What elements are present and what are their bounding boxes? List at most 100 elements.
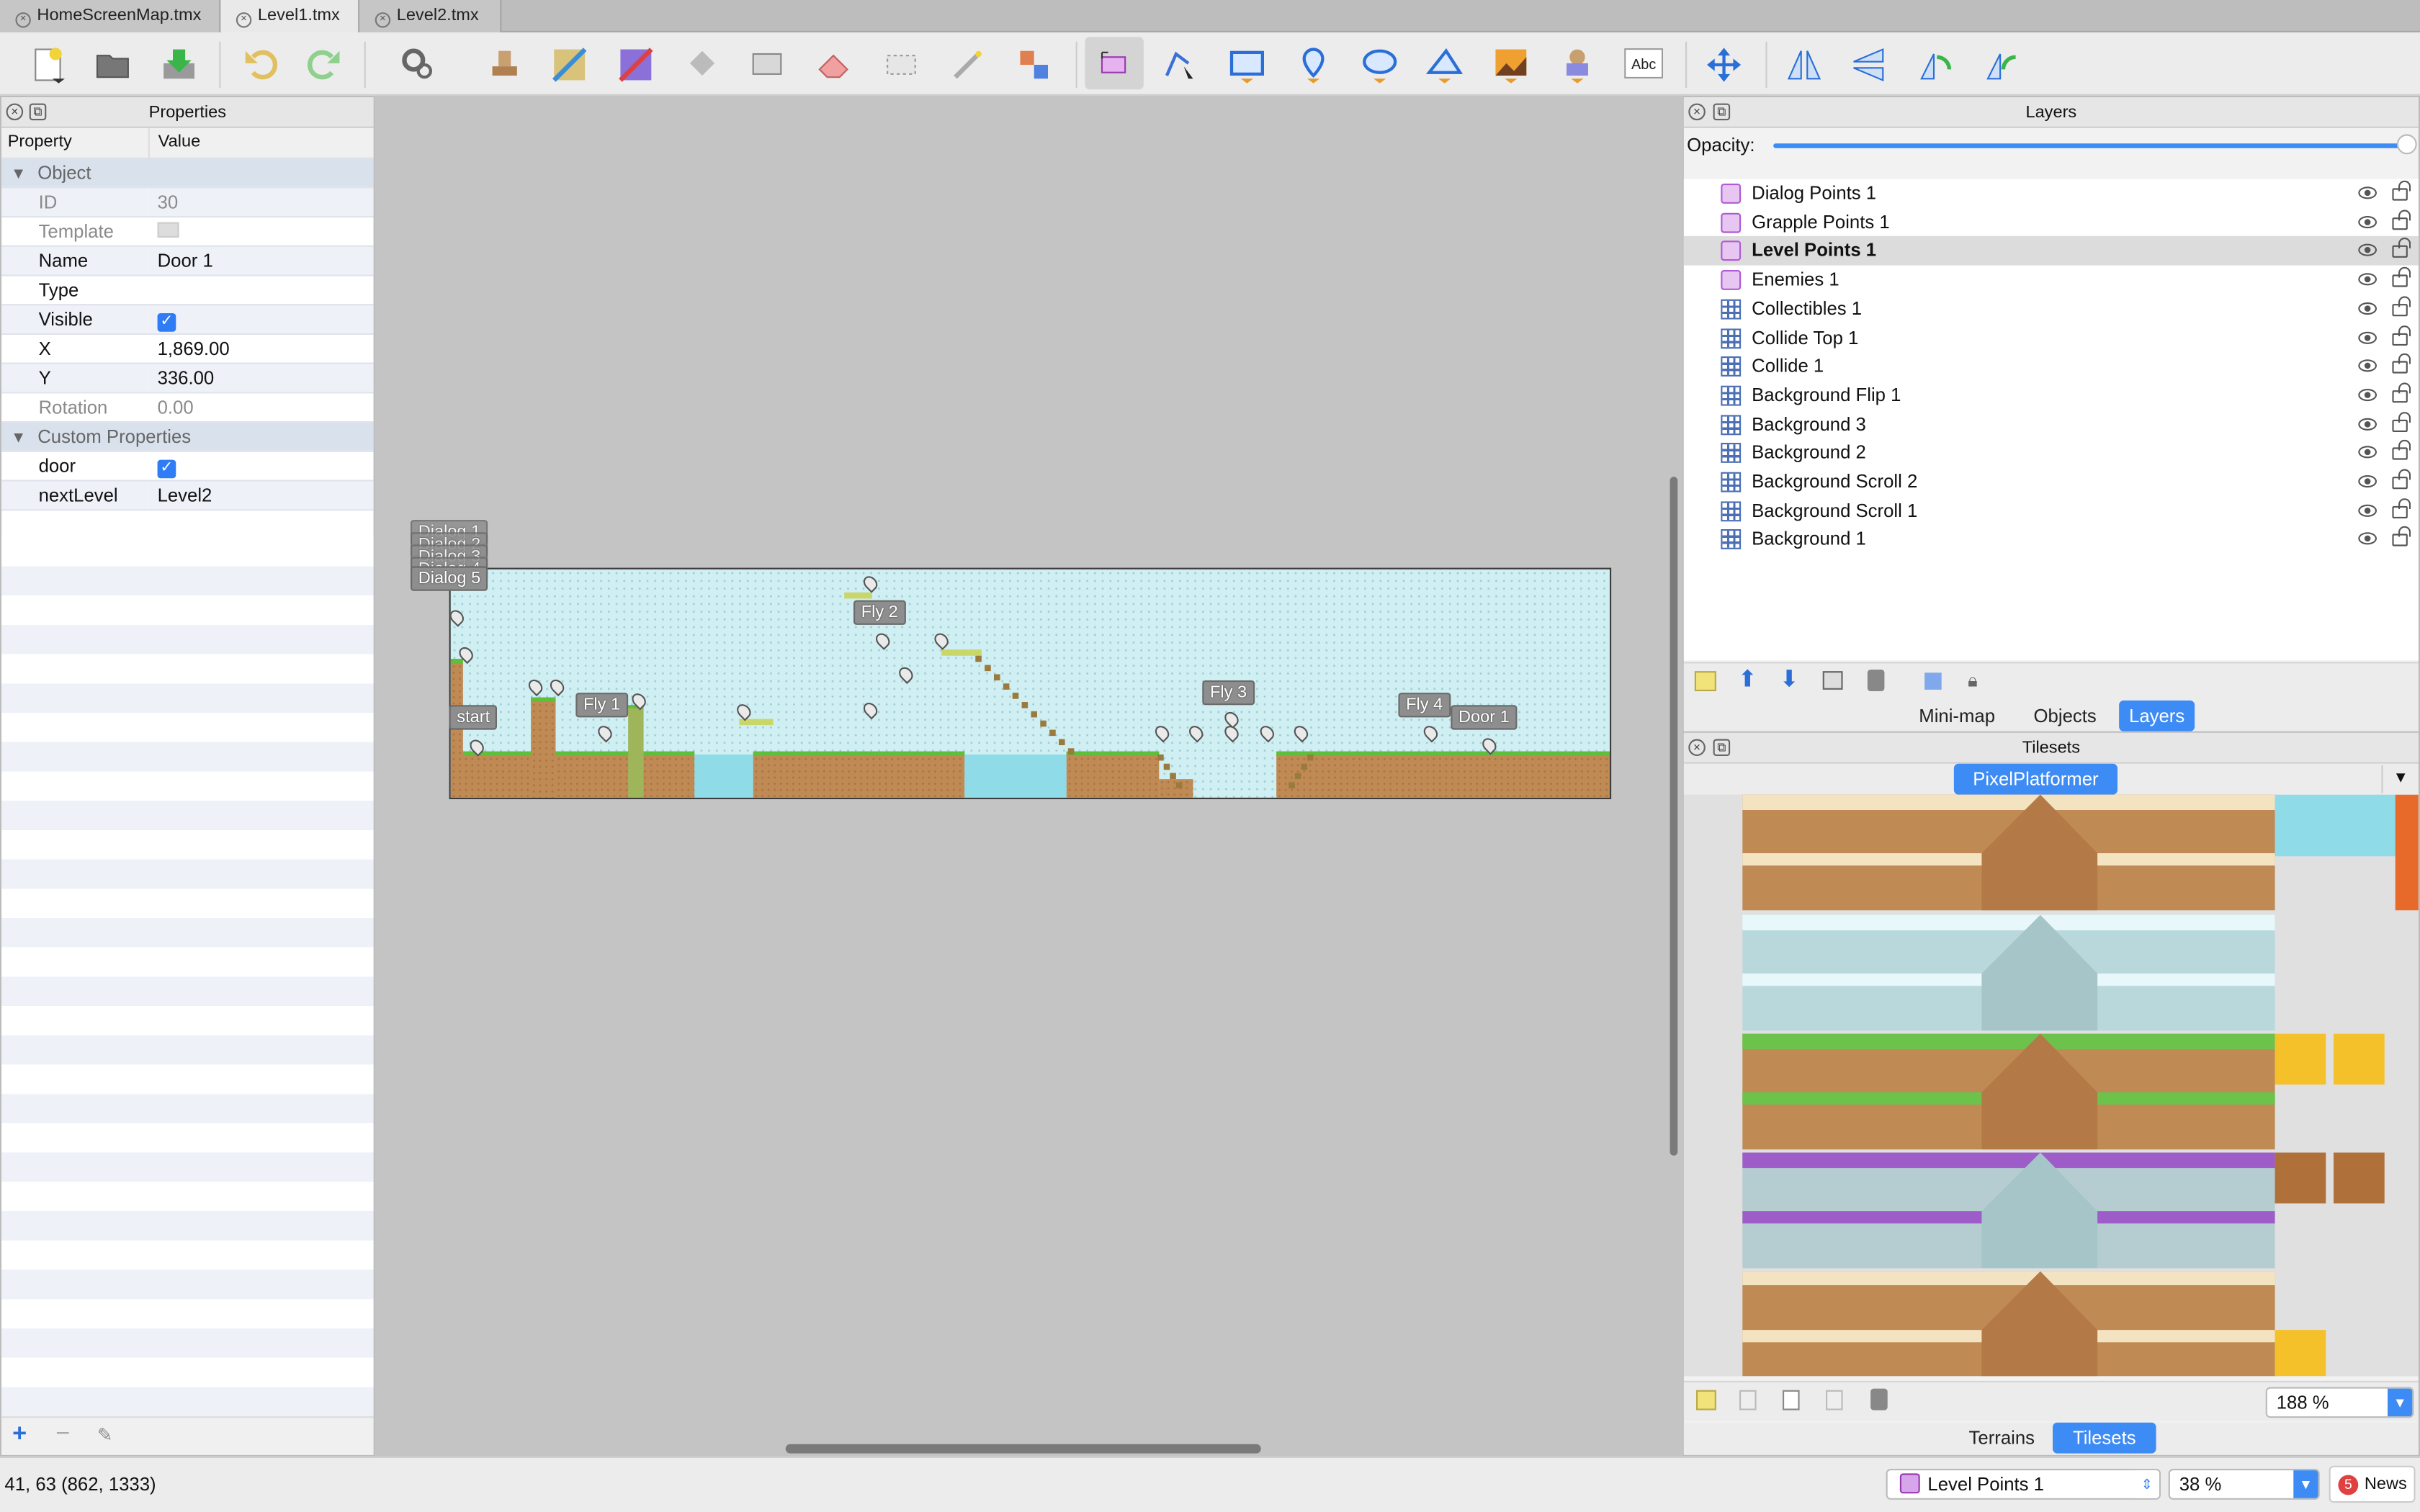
- map-label-fly-1[interactable]: Fly 1: [575, 693, 628, 718]
- layer-row[interactable]: Collide 1: [1684, 352, 2419, 382]
- map-label-start[interactable]: start: [449, 705, 498, 730]
- vertical-scrollbar[interactable]: [1670, 477, 1678, 1156]
- insert-ellipse-icon[interactable]: [1360, 45, 1400, 85]
- chevron-down-icon[interactable]: ▼: [2293, 1470, 2318, 1498]
- close-panel-icon[interactable]: ×: [1688, 739, 1706, 756]
- lock-icon[interactable]: [2392, 238, 2411, 258]
- visibility-eye-icon[interactable]: [2358, 359, 2377, 372]
- insert-text-icon[interactable]: Abc: [1623, 45, 1667, 85]
- new-layer-icon[interactable]: [1694, 671, 1716, 691]
- opacity-slider-handle[interactable]: [2396, 134, 2417, 155]
- tab-terrains[interactable]: Terrains: [1954, 1423, 2050, 1454]
- terrain-brush-icon[interactable]: [550, 45, 590, 85]
- commands-icon[interactable]: [398, 45, 439, 85]
- tileset-view[interactable]: [1683, 794, 2419, 1377]
- new-tileset-icon[interactable]: [1696, 1390, 1716, 1410]
- raise-layer-icon[interactable]: ⬆: [1738, 665, 1757, 693]
- lock-icon[interactable]: [2392, 354, 2411, 374]
- visibility-eye-icon[interactable]: [2358, 475, 2377, 488]
- eraser-icon[interactable]: [813, 45, 853, 85]
- redo-icon[interactable]: [304, 45, 344, 85]
- layer-row[interactable]: Background Flip 1: [1684, 381, 2419, 410]
- edit-polygons-icon[interactable]: [1160, 45, 1201, 85]
- close-panel-icon[interactable]: ×: [6, 103, 24, 121]
- visibility-eye-icon[interactable]: [2358, 215, 2377, 228]
- current-layer-select[interactable]: Level Points 1 ⇕: [1886, 1468, 2161, 1500]
- open-file-icon[interactable]: [93, 45, 133, 85]
- object-point[interactable]: [734, 701, 754, 721]
- lock-icon[interactable]: [2392, 266, 2411, 287]
- float-panel-icon[interactable]: ⧉: [1713, 739, 1731, 756]
- float-panel-icon[interactable]: ⧉: [29, 103, 47, 121]
- object-point[interactable]: [1222, 723, 1242, 743]
- map-canvas[interactable]: Dialog 1 Dialog 2 Dialog 3 Dialog 4 Dial…: [375, 95, 1682, 1457]
- lock-icon[interactable]: [2392, 325, 2411, 345]
- tab-objects[interactable]: Objects: [2011, 701, 2119, 732]
- save-file-icon[interactable]: [159, 45, 200, 85]
- tab-homescreenmap[interactable]: × HomeScreenMap.tmx: [0, 0, 221, 32]
- object-point[interactable]: [450, 607, 467, 627]
- lock-icon[interactable]: [2392, 440, 2411, 461]
- object-point[interactable]: [931, 630, 951, 650]
- layer-row[interactable]: Collide Top 1: [1684, 323, 2419, 353]
- property-row-rotation[interactable]: Rotation 0.00: [1, 392, 374, 421]
- object-point[interactable]: [1152, 723, 1173, 743]
- layer-row[interactable]: Background 1: [1684, 525, 2419, 554]
- insert-template-icon[interactable]: [1557, 45, 1597, 85]
- tab-layers[interactable]: Layers: [2119, 700, 2195, 732]
- layer-row[interactable]: Background 3: [1684, 410, 2419, 439]
- property-row-x[interactable]: X 1,869.00: [1, 333, 374, 363]
- visible-checkbox[interactable]: ✓: [157, 313, 176, 332]
- remove-property-icon[interactable]: −: [55, 1421, 70, 1449]
- lock-icon[interactable]: [2392, 526, 2411, 547]
- flip-vertical-icon[interactable]: [1849, 45, 1889, 85]
- lock-icon[interactable]: [2392, 498, 2411, 518]
- insert-rectangle-icon[interactable]: [1227, 45, 1268, 85]
- property-row-name[interactable]: Name Door 1: [1, 245, 374, 275]
- opacity-slider[interactable]: [1773, 143, 2409, 148]
- object-point[interactable]: [595, 723, 615, 743]
- chevron-updown-icon[interactable]: ⇕: [2134, 1470, 2159, 1498]
- lock-icon[interactable]: [2392, 180, 2411, 201]
- visibility-eye-icon[interactable]: [2358, 417, 2377, 430]
- tileset-zoom-select[interactable]: 188 % ▼: [2265, 1387, 2414, 1418]
- visibility-eye-icon[interactable]: [2358, 446, 2377, 459]
- object-point[interactable]: [547, 676, 568, 697]
- visibility-eye-icon[interactable]: [2358, 388, 2377, 401]
- object-point[interactable]: [860, 573, 881, 593]
- delete-layer-icon[interactable]: [1867, 670, 1885, 691]
- layer-row[interactable]: Dialog Points 1: [1684, 179, 2419, 209]
- object-point[interactable]: [1291, 723, 1312, 743]
- tileset-menu-icon[interactable]: ▼: [2381, 765, 2418, 793]
- layer-list[interactable]: Dialog Points 1 Grapple Points 1 Level Poi…: [1683, 179, 2419, 661]
- new-file-icon[interactable]: [28, 45, 68, 85]
- object-point[interactable]: [1257, 723, 1277, 743]
- object-point[interactable]: [860, 700, 881, 720]
- chevron-down-icon[interactable]: ▼: [2388, 1388, 2413, 1417]
- shape-fill-icon[interactable]: [747, 45, 787, 85]
- layer-row[interactable]: Background Scroll 2: [1684, 467, 2419, 497]
- door-checkbox[interactable]: ✓: [157, 459, 176, 479]
- lock-icon[interactable]: [2392, 469, 2411, 490]
- tab-level2[interactable]: × Level2.tmx: [359, 0, 502, 32]
- map-label-dialog-5[interactable]: Dialog 5: [411, 566, 488, 591]
- lock-icon[interactable]: [2392, 295, 2411, 316]
- property-row-y[interactable]: Y 336.00: [1, 362, 374, 392]
- float-panel-icon[interactable]: ⧉: [1713, 103, 1731, 121]
- layer-row[interactable]: Background Scroll 1: [1684, 496, 2419, 526]
- tab-mini-map[interactable]: Mini-map: [1903, 701, 2011, 732]
- property-group-object[interactable]: ▾ Object: [1, 157, 374, 187]
- layer-row[interactable]: Level Points 1: [1683, 236, 2419, 266]
- visibility-eye-icon[interactable]: [2358, 504, 2377, 517]
- export-tileset-icon[interactable]: [1783, 1390, 1800, 1410]
- map-label-fly-2[interactable]: Fly 2: [853, 600, 906, 625]
- rectangle-select-icon[interactable]: [882, 45, 922, 85]
- close-panel-icon[interactable]: ×: [1688, 103, 1706, 121]
- property-row-door[interactable]: door ✓: [1, 451, 374, 480]
- map-zoom-select[interactable]: 38 % ▼: [2168, 1468, 2320, 1500]
- visibility-eye-icon[interactable]: [2358, 186, 2377, 199]
- add-property-icon[interactable]: +: [12, 1421, 27, 1449]
- lock-layer-icon[interactable]: 🔒︎: [1968, 670, 1978, 693]
- property-group-custom[interactable]: ▾ Custom Properties: [1, 421, 374, 451]
- layer-row[interactable]: Collectibles 1: [1684, 294, 2419, 324]
